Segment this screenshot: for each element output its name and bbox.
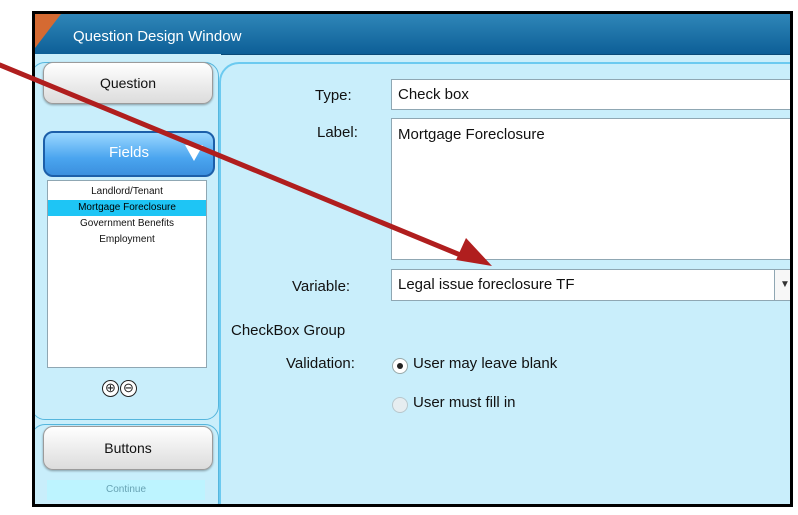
arrow-head-icon (456, 238, 492, 266)
annotation-arrow (0, 62, 492, 266)
arrow-shaft (0, 62, 473, 262)
screenshot-frame: Question Design Window Question Fields L… (0, 0, 798, 515)
